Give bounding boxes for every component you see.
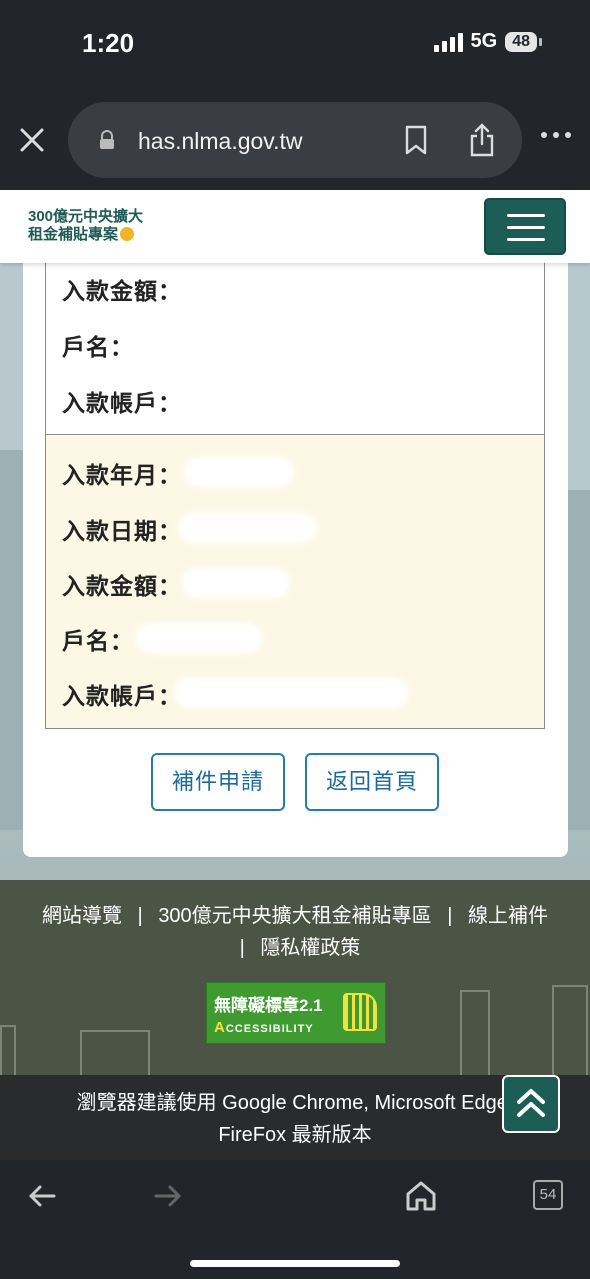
home-button[interactable]: 返回首頁	[305, 753, 439, 811]
site-footer: 網站導覽 | 300億元中央擴大租金補貼專區 | 線上補件 | 隱私權政策 無障…	[0, 880, 590, 1095]
back-arrow-icon[interactable]	[24, 1178, 60, 1214]
accessibility-icon	[343, 993, 377, 1031]
field-label: 入款年月：	[62, 462, 182, 488]
url-text: has.nlma.gov.tw	[138, 128, 303, 154]
field-label: 入款金額：	[62, 573, 182, 599]
redacted-value	[178, 513, 316, 543]
network-type: 5G	[470, 30, 498, 52]
back-to-top-button[interactable]	[502, 1075, 560, 1133]
accessibility-badge[interactable]: 無障礙標章2.1 ACCESSIBILITY	[206, 982, 386, 1044]
lock-icon	[100, 130, 114, 149]
footer-link-subsidy-zone[interactable]: 300億元中央擴大租金補貼專區	[158, 905, 431, 927]
field-label: 入款日期：	[62, 518, 182, 544]
bookmark-icon[interactable]	[404, 125, 428, 155]
field-label: 入款金額：	[62, 278, 182, 304]
battery-icon: 48	[505, 31, 537, 52]
sun-icon	[120, 227, 135, 241]
home-icon[interactable]	[403, 1178, 439, 1214]
footer-link-sitemap[interactable]: 網站導覽	[42, 905, 122, 927]
field-label: 戶名：	[62, 334, 134, 360]
double-chevron-up-icon	[517, 1089, 545, 1117]
field-label: 入款帳戶：	[62, 390, 182, 416]
redacted-value	[184, 457, 294, 487]
site-logo[interactable]: 300億元中央擴大 租金補貼專案	[28, 208, 143, 244]
redacted-value	[136, 623, 262, 653]
field-label: 入款帳戶：	[62, 683, 182, 709]
home-indicator	[190, 1260, 400, 1267]
status-bar: 1:20 5G 48	[0, 0, 590, 90]
field-label: 戶名：	[62, 628, 134, 654]
signal-icon	[433, 32, 463, 52]
close-icon[interactable]	[18, 126, 46, 154]
status-time: 1:20	[82, 28, 135, 58]
redacted-value	[174, 678, 408, 708]
menu-button[interactable]	[484, 198, 566, 255]
footer-link-online-supplement[interactable]: 線上補件	[468, 905, 548, 927]
site-header: 300億元中央擴大 租金補貼專案	[0, 190, 590, 263]
tabs-count-button[interactable]: 54	[533, 1180, 563, 1210]
browser-toolbar: has.nlma.gov.tw	[0, 90, 590, 190]
more-icon[interactable]	[540, 130, 572, 140]
web-page: 300億元中央擴大 租金補貼專案 入款金額： 戶名： 入款帳戶： 入款年月： 入…	[0, 190, 590, 1160]
forward-arrow-icon[interactable]	[150, 1178, 186, 1214]
deposit-info-box: 入款年月： 入款日期： 入款金額： 戶名： 入款帳戶：	[45, 434, 545, 729]
redacted-value	[182, 568, 290, 598]
supplement-button[interactable]: 補件申請	[151, 753, 285, 811]
address-bar[interactable]: has.nlma.gov.tw	[68, 102, 522, 178]
share-icon[interactable]	[468, 122, 496, 158]
browser-bottom-bar: 54	[0, 1160, 590, 1279]
account-info-box: 入款金額： 戶名： 入款帳戶：	[45, 263, 545, 435]
result-card: 入款金額： 戶名： 入款帳戶： 入款年月： 入款日期： 入款金額： 戶名： 入款…	[23, 263, 568, 857]
footer-link-privacy[interactable]: 隱私權政策	[260, 937, 360, 959]
